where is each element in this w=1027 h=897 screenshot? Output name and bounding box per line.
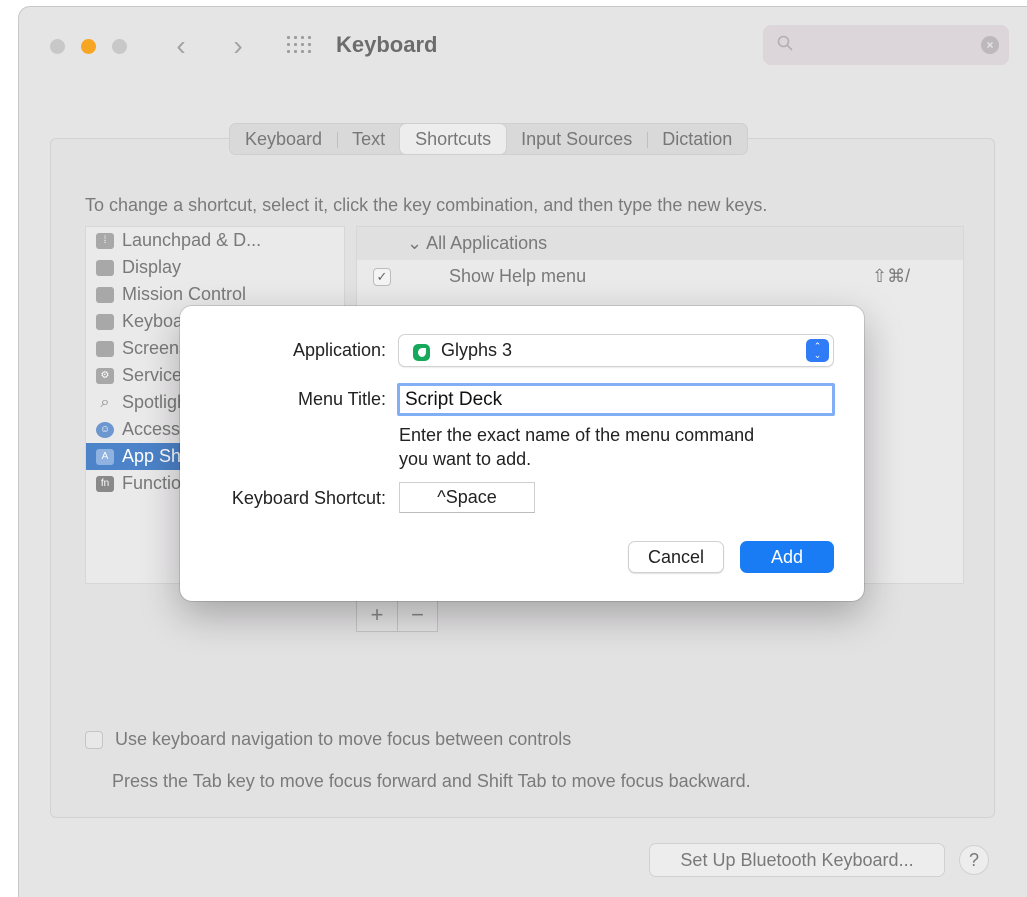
shortcut-enabled-checkbox[interactable]: ✓ (373, 268, 391, 286)
tab-dictation[interactable]: Dictation (647, 124, 747, 154)
application-label: Application: (292, 340, 386, 360)
app-store-icon: A (96, 448, 114, 465)
group-header[interactable]: ⌄ All Applications (357, 227, 963, 260)
forward-chevron-icon[interactable]: › (226, 31, 250, 61)
screenshot-icon (96, 340, 114, 357)
menu-title-label: Menu Title: (297, 389, 386, 409)
add-shortcut-button[interactable]: + (357, 601, 397, 631)
list-edit-buttons: + − (356, 600, 438, 632)
menu-title-hint: Enter the exact name of the menu command… (399, 425, 755, 469)
tab-input-sources[interactable]: Input Sources (506, 124, 647, 154)
tab-text[interactable]: Text (337, 124, 400, 154)
search-icon (777, 35, 793, 51)
menu-title-input[interactable] (397, 383, 835, 416)
keyboard-shortcut-field[interactable]: ^Space (399, 482, 535, 513)
remove-shortcut-button[interactable]: − (397, 601, 437, 631)
add-shortcut-sheet: Application: Glyphs 3 ⌃⌄ Menu Title: Ent… (180, 306, 864, 601)
mission-control-icon (96, 286, 114, 303)
group-label: All Applications (426, 233, 548, 253)
close-window-button[interactable] (50, 39, 65, 54)
keyboard-navigation-label: Use keyboard navigation to move focus be… (115, 729, 572, 749)
keyboard-navigation-checkbox[interactable] (85, 731, 103, 749)
show-all-grid-icon[interactable] (287, 36, 313, 56)
keyboard-navigation-description: Press the Tab key to move focus forward … (112, 771, 751, 791)
category-label: Launchpad & D... (122, 230, 262, 250)
display-icon (96, 259, 114, 276)
category-label: Mission Control (122, 284, 247, 304)
zoom-window-button[interactable] (112, 39, 127, 54)
gear-icon: ⚙ (96, 367, 114, 384)
help-button[interactable]: ? (959, 845, 989, 875)
keyboard-shortcut-label: Keyboard Shortcut: (231, 488, 386, 508)
category-display[interactable]: Display (86, 254, 344, 281)
keyboard-icon (96, 313, 114, 330)
instructions-text: To change a shortcut, select it, click t… (85, 195, 768, 215)
clear-search-icon[interactable]: × (981, 36, 999, 54)
application-value: Glyphs 3 (441, 340, 513, 360)
accessibility-icon: ☺ (96, 421, 114, 438)
tab-keyboard[interactable]: Keyboard (230, 124, 337, 154)
shortcut-row[interactable]: ✓ Show Help menu ⇧⌘/ (357, 260, 963, 293)
tab-shortcuts[interactable]: Shortcuts (400, 124, 507, 154)
tab-bar: Keyboard Text Shortcuts Input Sources Di… (229, 123, 749, 155)
shortcut-keys[interactable]: ⇧⌘/ (872, 260, 910, 293)
glyphs-app-icon (413, 344, 430, 361)
chevron-down-icon: ⌄ (407, 233, 427, 253)
titlebar: ‹ › Keyboard × (19, 7, 1027, 87)
popup-stepper-icon: ⌃ ⌄ (806, 339, 829, 362)
back-chevron-icon[interactable]: ‹ (169, 31, 193, 61)
cancel-button[interactable]: Cancel (628, 541, 724, 573)
application-popup[interactable]: Glyphs 3 ⌃ ⌄ (398, 334, 834, 367)
category-launchpad[interactable]: ⁞ Launchpad & D... (86, 227, 344, 254)
shortcut-label: Show Help menu (449, 266, 587, 286)
search-icon: ⌕ (100, 393, 110, 411)
launchpad-icon: ⁞ (96, 232, 114, 249)
category-label: Display (122, 257, 182, 277)
add-button[interactable]: Add (740, 541, 834, 573)
setup-bluetooth-keyboard-button[interactable]: Set Up Bluetooth Keyboard... (649, 843, 945, 877)
search-input[interactable]: × (763, 25, 1009, 65)
category-mission-control[interactable]: Mission Control (86, 281, 344, 308)
window-title: Keyboard (336, 32, 438, 57)
fn-icon: fn (96, 475, 114, 492)
minimize-window-button[interactable] (81, 39, 96, 54)
